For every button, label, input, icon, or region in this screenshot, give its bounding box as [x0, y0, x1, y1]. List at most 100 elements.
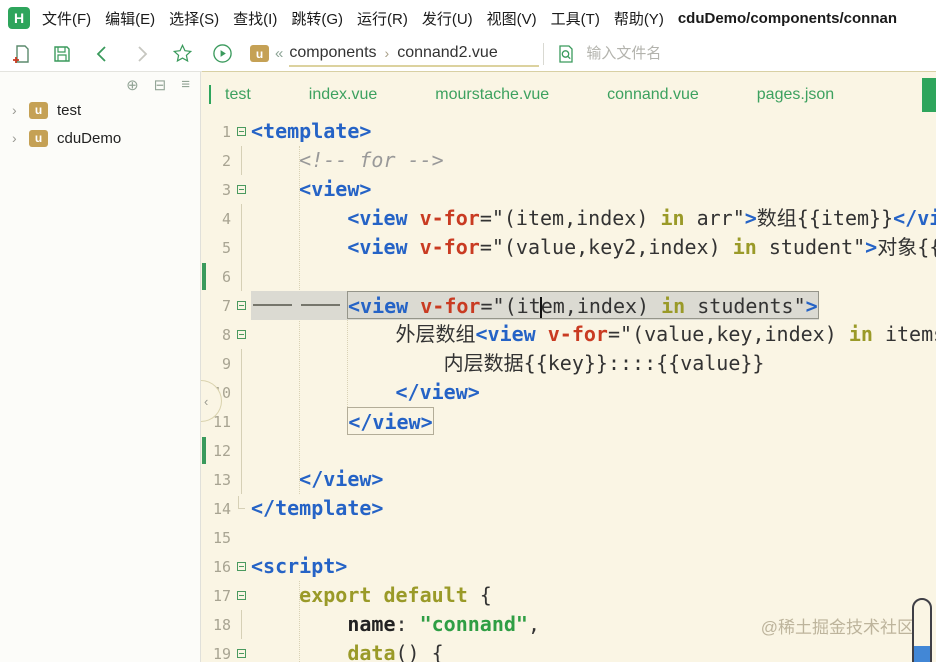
code-line-content[interactable]: export default { [251, 581, 492, 610]
code-line[interactable]: 10 </view> [201, 378, 936, 407]
tree-item-test[interactable]: › u test [0, 96, 200, 124]
scrollbar[interactable] [912, 598, 932, 662]
tab-connand.vue[interactable]: connand.vue [578, 86, 728, 104]
code-line[interactable]: 12 [201, 436, 936, 465]
explorer-menu-icon[interactable]: ≡ [181, 76, 190, 94]
code-line[interactable]: 16 <script> [201, 552, 936, 581]
gutter: 14 [201, 494, 251, 523]
tab-test[interactable]: test [219, 86, 280, 104]
scrollbar-thumb[interactable] [914, 646, 930, 662]
run-button[interactable] [210, 42, 234, 66]
code-line-content[interactable]: </view> [251, 407, 434, 436]
code-line[interactable]: 15 [201, 523, 936, 552]
change-marker [202, 437, 206, 464]
code-line[interactable]: 1 <template> [201, 117, 936, 146]
code-line-content[interactable]: name: "connand", [251, 610, 540, 639]
code-line[interactable]: 19 data() { [201, 639, 936, 662]
save-icon [52, 44, 72, 64]
menu-item[interactable]: 编辑(E) [105, 8, 155, 29]
code-token: <view [347, 235, 408, 259]
code-line-content[interactable]: data() { [251, 639, 443, 662]
fold-collapse-icon[interactable] [236, 562, 246, 571]
tab-mourstache.vue[interactable]: mourstache.vue [406, 86, 578, 104]
code-token: v-for [419, 206, 480, 230]
menu-item[interactable]: 运行(R) [357, 8, 408, 29]
save-button[interactable] [50, 42, 74, 66]
fold-collapse-icon[interactable] [236, 649, 246, 658]
menu-item[interactable]: 发行(U) [422, 8, 473, 29]
find-file-icon [556, 44, 576, 64]
code-area[interactable]: 1 <template> 2 <!-- for --> 3 <view> 4 <view… [201, 117, 936, 662]
menu-item[interactable]: 工具(T) [551, 8, 600, 29]
breadcrumb[interactable]: components › connand2.vue [289, 41, 540, 67]
menu-item[interactable]: 查找(I) [233, 8, 277, 29]
navigate-back-button[interactable] [90, 42, 114, 66]
code-line-content[interactable]: <!-- for --> [251, 146, 444, 175]
tab-pages.json[interactable]: pages.json [728, 86, 863, 104]
fold-range-line [240, 436, 242, 465]
tab-whitespace-marker [251, 291, 299, 319]
fold-collapse-icon[interactable] [236, 591, 246, 600]
breadcrumb-current[interactable]: connand2.vue [397, 44, 498, 62]
fold-collapse-icon[interactable] [236, 301, 246, 310]
breadcrumb-parent[interactable]: components [289, 44, 376, 62]
fold-collapse-icon[interactable] [236, 127, 246, 136]
menu-item[interactable]: 文件(F) [42, 8, 91, 29]
code-line-content[interactable]: <view> [251, 175, 371, 204]
search-input[interactable] [584, 44, 915, 63]
code-token: </view> [299, 467, 384, 491]
code-line[interactable]: 4 <view v-for="(item,index) in arr">数组{{… [201, 204, 936, 233]
breadcrumb-collapse-icon[interactable]: « [275, 45, 283, 62]
code-line-content[interactable]: <view v-for="(item,index) in arr">数组{{it… [251, 204, 936, 233]
code-line-content[interactable]: <view v-for="(item,index) in students"> [251, 291, 819, 320]
collapse-all-icon[interactable]: ⊟ [154, 76, 167, 94]
code-line[interactable]: 9 内层数据{{key}}::::{{value}} [201, 349, 936, 378]
bookmark-button[interactable] [170, 42, 194, 66]
code-token: > [865, 235, 878, 259]
code-line-content[interactable]: 外层数组<view v-for="(value,key,index) in it… [251, 320, 936, 349]
fold-collapse-icon[interactable] [236, 185, 246, 194]
menu-item[interactable]: 跳转(G) [291, 8, 343, 29]
tab-whitespace-marker [299, 291, 347, 319]
tree-item-cduDemo[interactable]: › u cduDemo [0, 124, 200, 152]
chevron-right-icon[interactable]: › [12, 130, 20, 146]
code-line-content[interactable]: </view> [251, 465, 383, 494]
code-token: <template> [251, 119, 372, 143]
code-line[interactable]: 14 </template> [201, 494, 936, 523]
code-line-content[interactable]: </view> [251, 378, 480, 407]
code-line-content[interactable]: <view v-for="(value,key2,index) in stude… [251, 233, 936, 262]
code-line[interactable]: 11 </view> [201, 407, 936, 436]
code-line[interactable]: 13 </view> [201, 465, 936, 494]
menu-item[interactable]: 视图(V) [487, 8, 537, 29]
code-line[interactable]: 6 [201, 262, 936, 291]
code-token: ="(item,index) [479, 206, 661, 230]
menu-item[interactable]: 帮助(Y) [614, 8, 664, 29]
new-file-button[interactable] [10, 42, 34, 66]
uniapp-project-icon: u [29, 129, 48, 147]
code-line[interactable]: 3 <view> [201, 175, 936, 204]
chevron-right-icon[interactable]: › [12, 102, 20, 118]
code-line-content[interactable]: <template> [251, 117, 371, 146]
toolbar-divider [543, 42, 545, 65]
code-line[interactable]: 5 <view v-for="(value,key2,index) in stu… [201, 233, 936, 262]
line-number: 19 [212, 644, 231, 662]
code-line[interactable]: 2 <!-- for --> [201, 146, 936, 175]
tab-index.vue[interactable]: index.vue [280, 86, 407, 104]
fold-collapse-icon[interactable] [236, 330, 246, 339]
code-line[interactable]: 7 <view v-for="(item,index) in students"> [201, 291, 936, 320]
menu-item[interactable]: 选择(S) [169, 8, 219, 29]
code-line[interactable]: 8 外层数组<view v-for="(value,key,index) in … [201, 320, 936, 349]
code-line-content[interactable]: <script> [251, 552, 347, 581]
locate-file-icon[interactable]: ⊕ [126, 76, 139, 94]
code-line-content[interactable]: 内层数据{{key}}::::{{value}} [251, 349, 765, 378]
tab-active-partial[interactable] [922, 77, 936, 112]
code-line-content[interactable]: </template> [251, 494, 383, 523]
code-line[interactable]: 17 export default { [201, 581, 936, 610]
gutter: 3 [201, 175, 251, 204]
navigate-forward-button[interactable] [130, 42, 154, 66]
